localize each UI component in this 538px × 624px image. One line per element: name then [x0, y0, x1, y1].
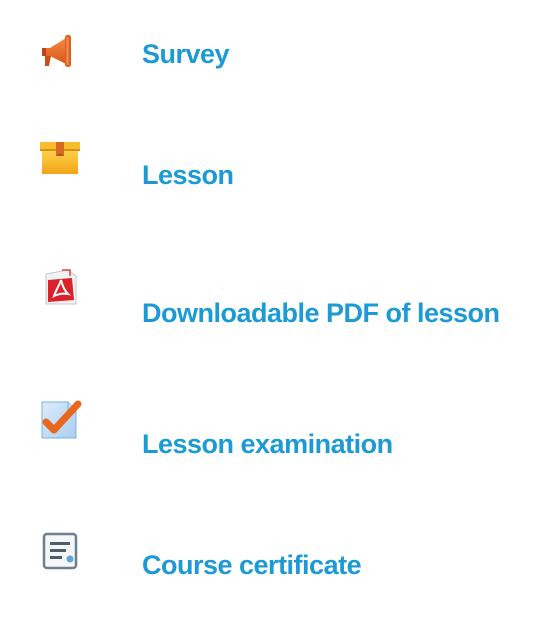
- activity-item-certificate[interactable]: Course certificate: [0, 530, 538, 590]
- activity-item-survey[interactable]: Survey: [0, 24, 538, 84]
- activity-item-lesson[interactable]: Lesson: [0, 138, 538, 198]
- activity-item-exam[interactable]: Lesson examination: [0, 400, 538, 460]
- activity-label[interactable]: Downloadable PDF of lesson: [142, 296, 500, 330]
- activity-label[interactable]: Survey: [142, 37, 230, 71]
- checkmark-quiz-icon: [41, 400, 82, 439]
- package-icon: [40, 142, 80, 174]
- activity-label[interactable]: Lesson: [142, 158, 234, 192]
- activity-item-pdf[interactable]: Downloadable PDF of lesson: [0, 268, 538, 328]
- activity-label[interactable]: Course certificate: [142, 548, 362, 582]
- activity-list: Survey Lesson Downloadable PDF of lesson: [0, 0, 538, 624]
- pdf-icon: [45, 269, 77, 305]
- activity-label[interactable]: Lesson examination: [142, 427, 393, 461]
- megaphone-icon: [42, 35, 71, 67]
- certificate-document-icon: [42, 532, 78, 570]
